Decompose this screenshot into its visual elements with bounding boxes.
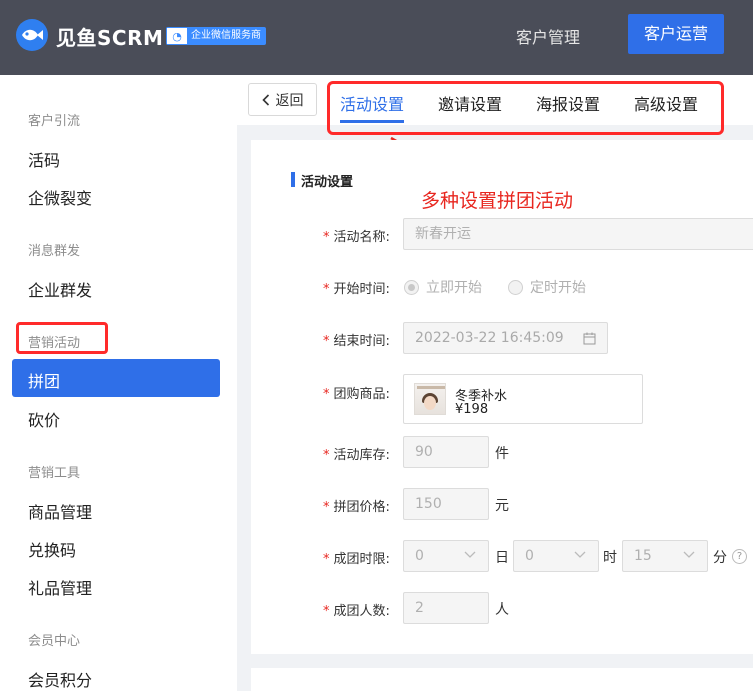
- calendar-icon: [583, 332, 596, 345]
- sidebar-item-group-buy[interactable]: 拼团: [12, 359, 220, 397]
- sidebar-item-bargain[interactable]: 砍价: [28, 407, 60, 431]
- hour-select[interactable]: 0: [513, 540, 599, 572]
- group-size-label: * 成团人数:: [323, 604, 390, 619]
- sidebar-item-product-management[interactable]: 商品管理: [28, 499, 92, 523]
- product-label: * 团购商品:: [323, 387, 390, 402]
- sidebar-group-tools: 营销工具: [28, 466, 81, 481]
- group-price-input[interactable]: 150: [403, 488, 489, 520]
- tabs-highlight-box: [327, 81, 724, 135]
- minute-select[interactable]: 15: [622, 540, 708, 572]
- stock-input[interactable]: 90: [403, 436, 489, 468]
- day-value: 0: [415, 548, 424, 564]
- sidebar-item-wecom-fission[interactable]: 企微裂变: [28, 185, 92, 209]
- nav-customer-operations[interactable]: 客户运营: [628, 14, 724, 54]
- sidebar-item-group-buy-label: 拼团: [28, 372, 61, 391]
- chevron-down-icon: [464, 551, 476, 558]
- group-size-input[interactable]: 2: [403, 592, 489, 624]
- sidebar-group-acquisition: 客户引流: [28, 114, 81, 129]
- fish-logo-icon: [16, 19, 48, 51]
- chevron-down-icon: [683, 551, 695, 558]
- sidebar-item-group-send[interactable]: 企业群发: [28, 277, 92, 301]
- stock-label: * 活动库存:: [323, 448, 390, 463]
- product-thumbnail: [414, 383, 446, 415]
- sidebar: 客户引流 活码 企微裂变 消息群发 企业群发 营销活动 拼团 砍价 营销工具 商…: [0, 75, 237, 691]
- nav-customer-management[interactable]: 客户管理: [516, 24, 580, 48]
- hour-unit: 时: [603, 550, 617, 566]
- activity-settings-panel: 活动设置 多种设置拼团活动 * 活动名称: 新春开运 * 开始时间: 立即开始 定时…: [251, 140, 753, 654]
- settings-tab-bar: 返回 活动设置 邀请设置 海报设置 高级设置: [237, 75, 753, 135]
- hour-value: 0: [525, 548, 534, 564]
- wecom-icon: ◔: [167, 28, 187, 44]
- brand-name: 见鱼SCRM: [56, 26, 164, 50]
- minute-unit: 分: [713, 550, 727, 566]
- end-time-value: 2022-03-22 16:45:09: [415, 330, 564, 346]
- annotation-text: 多种设置拼团活动: [421, 190, 574, 212]
- product-price: ¥198: [455, 402, 489, 417]
- sidebar-item-gift-management[interactable]: 礼品管理: [28, 575, 92, 599]
- help-icon[interactable]: ?: [732, 549, 747, 564]
- chevron-left-icon: [261, 93, 269, 106]
- start-now-radio[interactable]: 立即开始: [404, 277, 482, 297]
- group-price-unit: 元: [495, 498, 509, 514]
- sidebar-group-marketing: 营销活动: [28, 336, 81, 351]
- day-unit: 日: [495, 550, 509, 566]
- product-card[interactable]: 冬季补水 ¥198: [403, 374, 643, 424]
- next-section-panel: [251, 668, 753, 691]
- activity-name-input[interactable]: 新春开运: [403, 218, 753, 250]
- back-button[interactable]: 返回: [248, 83, 317, 116]
- time-limit-label: * 成团时限:: [323, 552, 390, 567]
- section-title: 活动设置: [301, 175, 354, 190]
- sidebar-item-live-code[interactable]: 活码: [28, 147, 60, 171]
- chevron-down-icon: [574, 551, 586, 558]
- end-time-label: * 结束时间:: [323, 334, 390, 349]
- sidebar-item-member-points[interactable]: 会员积分: [28, 667, 92, 691]
- activity-name-label: * 活动名称:: [323, 230, 390, 245]
- sidebar-group-member: 会员中心: [28, 634, 81, 649]
- group-size-unit: 人: [495, 602, 509, 618]
- stock-unit: 件: [495, 446, 509, 462]
- back-button-label: 返回: [275, 92, 304, 109]
- wecom-badge-text: 企业微信服务商: [187, 28, 265, 44]
- start-time-label: * 开始时间:: [323, 282, 390, 297]
- top-bar: 见鱼SCRM ◔ 企业微信服务商 客户管理 客户运营: [0, 0, 753, 75]
- section-marker: [291, 172, 295, 187]
- sidebar-group-messaging: 消息群发: [28, 244, 81, 259]
- minute-value: 15: [634, 548, 652, 564]
- day-select[interactable]: 0: [403, 540, 489, 572]
- start-scheduled-radio[interactable]: 定时开始: [508, 277, 586, 297]
- wecom-partner-badge: ◔ 企业微信服务商: [166, 27, 266, 45]
- group-price-label: * 拼团价格:: [323, 500, 390, 515]
- end-time-input[interactable]: 2022-03-22 16:45:09: [403, 322, 608, 354]
- sidebar-item-redeem-code[interactable]: 兑换码: [28, 537, 76, 561]
